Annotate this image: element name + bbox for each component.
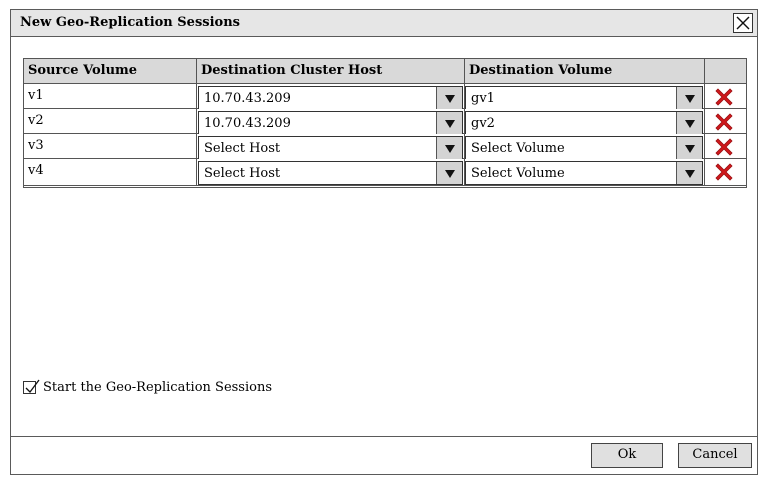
destination-host-value: 10.70.43.209 [204, 91, 291, 106]
destination-host-cell: Select Host [197, 159, 465, 186]
destination-host-select[interactable]: 10.70.43.209 [198, 86, 463, 110]
column-header-destination-volume: Destination Volume [465, 59, 705, 84]
source-volume-text: v1 [28, 88, 44, 103]
delete-x-icon[interactable] [714, 162, 734, 182]
checkmark-icon [25, 379, 40, 393]
column-header-actions [705, 59, 746, 84]
source-volume-cell: v1 [24, 84, 197, 109]
destination-host-select[interactable]: 10.70.43.209 [198, 111, 463, 135]
delete-cell [705, 134, 746, 159]
destination-host-value: 10.70.43.209 [204, 116, 291, 131]
source-volume-text: v4 [28, 163, 44, 178]
destination-volume-cell: gv1 [465, 84, 705, 110]
delete-x-icon[interactable] [714, 137, 734, 157]
dropdown-arrow-icon[interactable] [676, 112, 702, 134]
dialog-titlebar: New Geo-Replication Sessions [11, 10, 757, 37]
destination-volume-cell: Select Volume [465, 134, 705, 160]
destination-volume-value: Select Volume [471, 141, 565, 156]
destination-volume-cell: gv2 [465, 109, 705, 135]
destination-volume-value: gv1 [471, 91, 495, 106]
source-volume-text: v2 [28, 113, 44, 128]
delete-cell [705, 109, 746, 134]
destination-host-value: Select Host [204, 166, 281, 181]
close-icon [736, 16, 750, 30]
destination-host-cell: 10.70.43.209 [197, 109, 465, 135]
delete-x-icon[interactable] [714, 87, 734, 107]
dropdown-arrow-icon[interactable] [436, 112, 462, 134]
destination-host-cell: 10.70.43.209 [197, 84, 465, 110]
sessions-table: Source Volume Destination Cluster Host D… [23, 58, 747, 188]
destination-volume-select[interactable]: Select Volume [465, 161, 703, 185]
dropdown-arrow-icon[interactable] [676, 87, 702, 109]
destination-volume-value: gv2 [471, 116, 495, 131]
dropdown-arrow-icon[interactable] [436, 162, 462, 184]
delete-cell [705, 159, 746, 186]
destination-volume-cell: Select Volume [465, 159, 705, 186]
column-header-source-volume: Source Volume [24, 59, 197, 84]
dialog-title: New Geo-Replication Sessions [20, 15, 240, 30]
destination-host-select[interactable]: Select Host [198, 136, 463, 160]
destination-volume-select[interactable]: Select Volume [465, 136, 703, 160]
delete-x-icon[interactable] [714, 112, 734, 132]
close-button[interactable] [733, 13, 753, 33]
ok-button[interactable]: Ok [591, 443, 663, 468]
destination-volume-value: Select Volume [471, 166, 565, 181]
dropdown-arrow-icon[interactable] [436, 137, 462, 159]
destination-host-select[interactable]: Select Host [198, 161, 463, 185]
source-volume-cell: v2 [24, 109, 197, 134]
footer-divider [11, 436, 757, 437]
destination-volume-select[interactable]: gv2 [465, 111, 703, 135]
start-sessions-checkbox[interactable] [23, 379, 40, 394]
destination-volume-select[interactable]: gv1 [465, 86, 703, 110]
dropdown-arrow-icon[interactable] [676, 162, 702, 184]
dropdown-arrow-icon[interactable] [436, 87, 462, 109]
delete-cell [705, 84, 746, 109]
source-volume-text: v3 [28, 138, 44, 153]
geo-replication-dialog: New Geo-Replication Sessions Source Volu… [10, 9, 758, 475]
destination-host-value: Select Host [204, 141, 281, 156]
dropdown-arrow-icon[interactable] [676, 137, 702, 159]
column-header-destination-host: Destination Cluster Host [197, 59, 465, 84]
cancel-button[interactable]: Cancel [678, 443, 752, 468]
source-volume-cell: v4 [24, 159, 197, 186]
start-sessions-label[interactable]: Start the Geo-Replication Sessions [43, 380, 272, 395]
destination-host-cell: Select Host [197, 134, 465, 160]
source-volume-cell: v3 [24, 134, 197, 159]
